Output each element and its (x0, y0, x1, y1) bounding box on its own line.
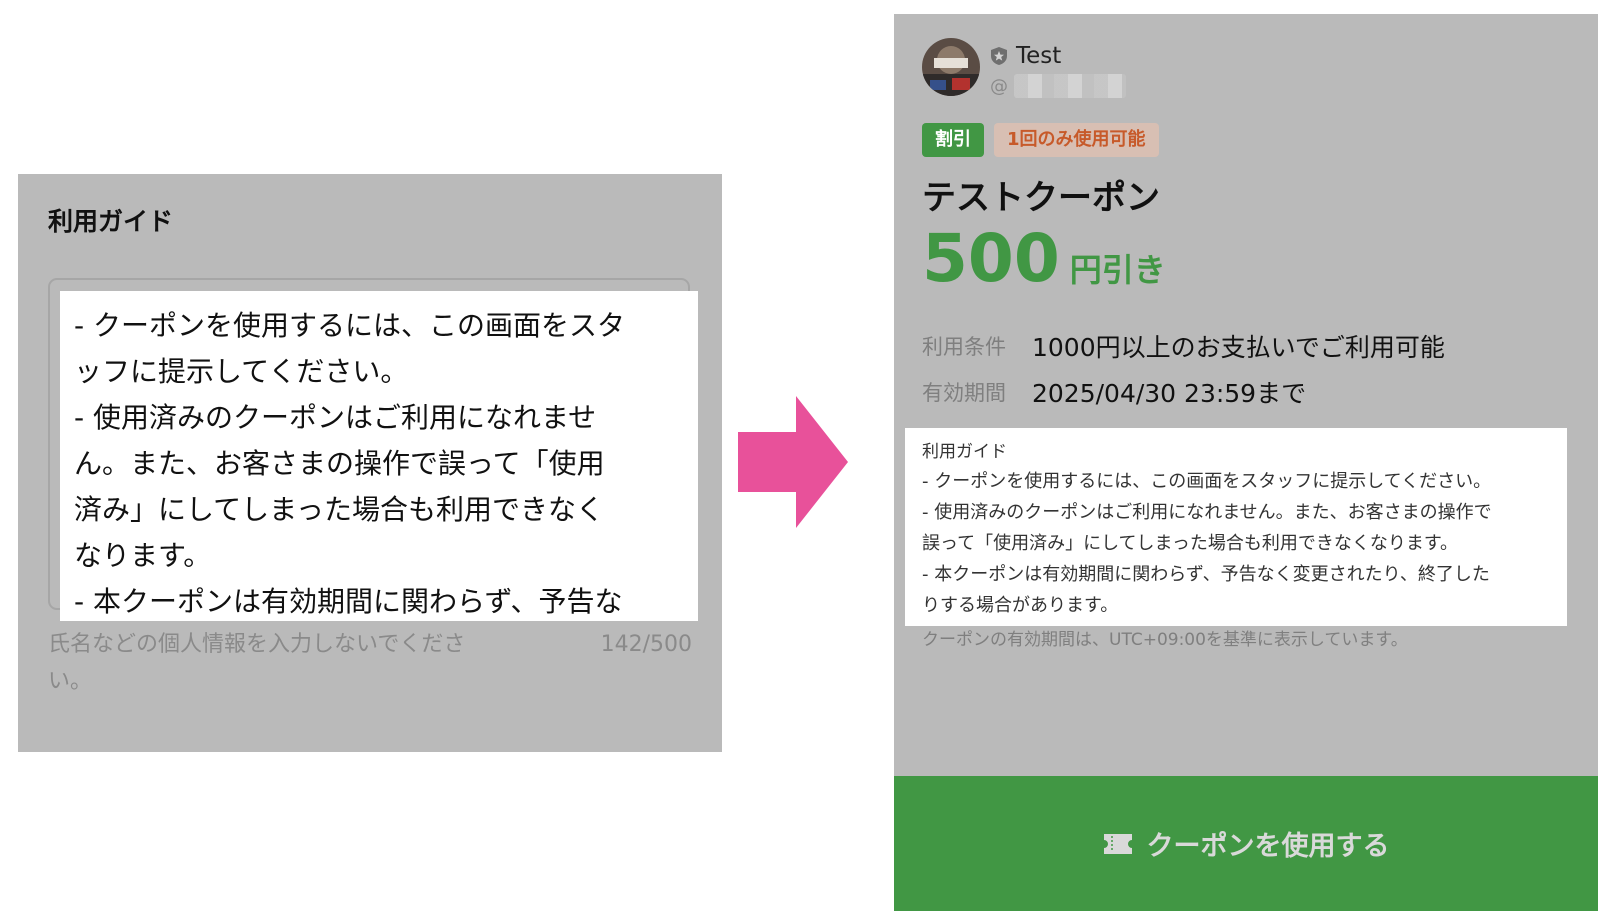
handle-prefix: @ (990, 75, 1008, 97)
conditions-row: 利用条件 1000円以上のお支払いでご利用可能 (922, 328, 1445, 364)
textarea-line: ん。また、お客さまの操作で誤って「使用 (74, 447, 605, 480)
textarea-line: なります。 (74, 539, 212, 572)
validity-value: 2025/04/30 23:59まで (1032, 379, 1307, 408)
textarea-line: ッフに提示してください。 (74, 355, 409, 388)
conditions-label: 利用条件 (922, 335, 1006, 359)
textarea-line: - 使用済みのクーポンはご利用になれませ (74, 401, 597, 434)
validity-row: 有効期間 2025/04/30 23:59まで (922, 374, 1306, 410)
single-use-badge: 1回のみ使用可能 (994, 123, 1159, 157)
conditions-value: 1000円以上のお支払いでご利用可能 (1032, 333, 1445, 362)
handle-redacted (1014, 74, 1126, 98)
usage-guide-line: - 本クーポンは有効期間に関わらず、予告なく変更されたり、終了した (922, 564, 1490, 585)
right-arrow-icon (738, 396, 848, 528)
use-coupon-button-label: クーポンを使用する (1146, 831, 1390, 862)
usage-guide-line: 誤って「使用済み」にしてしまった場合も利用できなくなります。 (922, 533, 1459, 554)
ticket-icon (1103, 833, 1132, 854)
account-name: Test (1016, 43, 1062, 69)
privacy-helper-text: 氏名などの個人情報を入力しないでください。 (48, 632, 466, 694)
textarea-line: 済み」にしてしまった場合も利用できなく (74, 493, 605, 526)
use-coupon-button[interactable]: クーポンを使用する (894, 776, 1598, 911)
guide-editor-title: 利用ガイド (48, 207, 174, 236)
avatar-image (922, 38, 980, 96)
coupon-preview: Test @ 割引 1回のみ使用可能 テストクーポン 500 円引き 利用条件 … (894, 14, 1598, 911)
discount-amount: 500 円引き (922, 226, 1166, 292)
discount-badge: 割引 (922, 123, 984, 157)
textarea-line: - クーポンを使用するには、この画面をスタ (74, 309, 626, 342)
usage-guide-title: 利用ガイド (922, 442, 1007, 462)
character-count: 142/500 (600, 632, 692, 657)
coupon-badges: 割引 1回のみ使用可能 (922, 123, 1159, 157)
account-avatar (922, 38, 980, 96)
textarea-line: - 本クーポンは有効期間に関わらず、予告な (74, 585, 623, 618)
account-name-row: Test (990, 42, 1061, 70)
validity-label: 有効期間 (922, 381, 1006, 405)
usage-guide-line: - 使用済みのクーポンはご利用になれません。また、お客さまの操作で (922, 502, 1492, 523)
usage-guide: 利用ガイド - クーポンを使用するには、この画面をスタッフに提示してください。 … (905, 428, 1567, 626)
amount-value: 500 (922, 220, 1060, 297)
timezone-note: クーポンの有効期間は、UTC+09:00を基準に表示しています。 (922, 630, 1408, 650)
coupon-title: テストクーポン (922, 178, 1160, 218)
account-handle: @ (990, 72, 1126, 100)
usage-guide-line: りする場合があります。 (922, 595, 1119, 616)
shield-star-icon (991, 47, 1007, 65)
usage-guide-line: - クーポンを使用するには、この画面をスタッフに提示してください。 (922, 471, 1492, 492)
guide-textarea[interactable]: - クーポンを使用するには、この画面をスタ ッフに提示してください。 - 使用済… (60, 291, 698, 621)
guide-editor-panel: 利用ガイド - クーポンを使用するには、この画面をスタ ッフに提示してください。… (18, 174, 722, 752)
amount-unit: 円引き (1069, 251, 1166, 289)
